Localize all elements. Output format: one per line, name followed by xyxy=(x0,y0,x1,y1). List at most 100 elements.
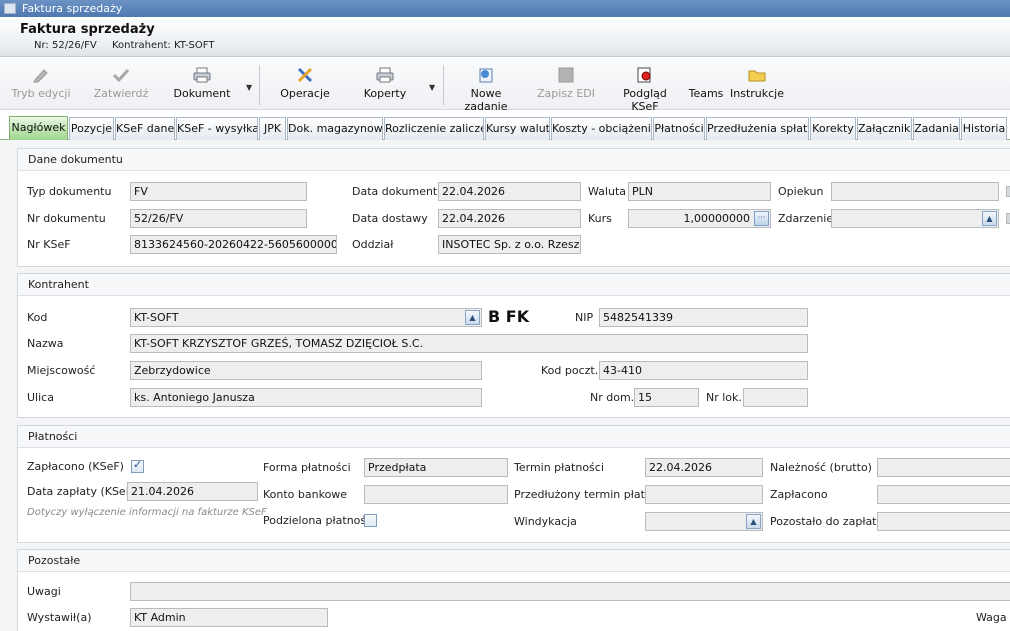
guardian-label: Opiekun xyxy=(778,185,824,198)
currency-field[interactable]: PLN xyxy=(628,182,771,201)
toolbar-separator xyxy=(259,65,260,105)
paid-ksef-label: Zapłacono (KSeF) xyxy=(27,460,124,473)
teams-label: Teams xyxy=(688,87,724,100)
bank-account-field[interactable] xyxy=(364,485,508,504)
paid-ksef-checkbox[interactable] xyxy=(131,458,144,473)
tab-korekty[interactable]: Korekty xyxy=(810,117,856,140)
guardian-side-button[interactable] xyxy=(1006,186,1010,197)
delivery-date-field[interactable]: 22.04.2026 xyxy=(438,209,581,228)
name-label: Nazwa xyxy=(27,337,64,350)
due-date-field[interactable]: 22.04.2026 xyxy=(645,458,763,477)
event-label: Zdarzenie xyxy=(778,212,834,225)
event-side-button[interactable] xyxy=(1006,213,1010,224)
collection-label: Windykacja xyxy=(514,515,577,528)
branch-field[interactable]: INSOTEC Sp. z o.o. Rzeszów xyxy=(438,235,581,254)
document-dropdown-arrow-icon[interactable]: ▼ xyxy=(246,83,252,92)
form-content: Dane dokumentu Typ dokumentu FV Nr dokum… xyxy=(0,140,1010,631)
tab-pozycje[interactable]: Pozycje xyxy=(69,117,114,140)
event-combo[interactable]: ▲ xyxy=(831,209,999,228)
chevron-up-icon[interactable]: ▲ xyxy=(465,310,480,325)
document-type-field[interactable]: FV xyxy=(130,182,307,201)
street-field[interactable]: ks. Antoniego Janusza xyxy=(130,388,482,407)
other-section: Pozostałe Uwagi Wystawił(a) KT Admin Wag… xyxy=(17,549,1010,631)
contractor-code-combo[interactable]: KT-SOFT ▲ xyxy=(130,308,482,327)
ellipsis-icon[interactable]: ··· xyxy=(754,211,769,226)
house-number-field[interactable]: 15 xyxy=(634,388,699,407)
printer-icon xyxy=(376,67,394,83)
tab-dok-magazynowe[interactable]: Dok. magazynowe xyxy=(287,117,383,140)
tab-zadania[interactable]: Zadania xyxy=(913,117,960,140)
edit-mode-button[interactable]: Tryb edycji xyxy=(8,65,74,105)
page-title: Faktura sprzedaży xyxy=(20,22,155,37)
contractor-flags: B FK xyxy=(488,307,530,326)
city-field[interactable]: Zebrzydowice xyxy=(130,361,482,380)
tab-kursy-walut[interactable]: Kursy walut xyxy=(485,117,550,140)
collection-combo[interactable]: ▲ xyxy=(645,512,763,531)
tab-historia[interactable]: Historia xyxy=(961,117,1007,140)
ksef-number-field[interactable]: 8133624560-20260422-560560000000-AE xyxy=(130,235,337,254)
document-number-field[interactable]: 52/26/FV xyxy=(130,209,307,228)
save-edi-button[interactable]: Zapisz EDI xyxy=(536,65,596,105)
new-task-icon xyxy=(479,68,493,83)
printer-icon xyxy=(193,67,211,83)
toolbar-separator xyxy=(443,65,444,105)
delivery-date-label: Data dostawy xyxy=(352,212,428,225)
nip-field[interactable]: 5482541339 xyxy=(599,308,808,327)
paid-field[interactable] xyxy=(877,485,1010,504)
document-button[interactable]: Dokument xyxy=(172,65,232,105)
receivable-label: Należność (brutto) xyxy=(770,461,872,474)
tab-przedluzenia-splaty[interactable]: Przedłużenia spłaty xyxy=(706,117,809,140)
contractor-code-value: KT-SOFT xyxy=(134,311,179,324)
document-type-label: Typ dokumentu xyxy=(27,185,112,198)
payments-section: Płatności Zapłacono (KSeF) Data zapłaty … xyxy=(17,425,1010,543)
exchange-rate-field[interactable]: 1,00000000 ··· xyxy=(628,209,771,228)
tab-jpk[interactable]: JPK xyxy=(259,117,286,140)
chevron-up-icon[interactable]: ▲ xyxy=(746,514,761,529)
envelopes-button[interactable]: Koperty xyxy=(358,65,412,105)
document-contractor: Kontrahent: KT-SOFT xyxy=(112,40,215,51)
chevron-up-icon[interactable]: ▲ xyxy=(982,211,997,226)
apartment-number-label: Nr lok. xyxy=(706,391,742,404)
operations-button[interactable]: Operacje xyxy=(276,65,334,105)
document-date-field[interactable]: 22.04.2026 xyxy=(438,182,581,201)
postal-code-field[interactable]: 43-410 xyxy=(599,361,808,380)
issued-by-field[interactable]: KT Admin xyxy=(130,608,328,627)
tab-platnosci[interactable]: Płatności xyxy=(653,117,705,140)
contractor-section: Kontrahent Kod KT-SOFT ▲ B FK NIP 548254… xyxy=(17,273,1010,418)
approve-button[interactable]: Zatwierdź xyxy=(92,65,150,105)
tab-ksef-wysylka[interactable]: KSeF - wysyłka xyxy=(176,117,258,140)
teams-icon xyxy=(688,65,724,87)
extended-due-date-field[interactable] xyxy=(645,485,763,504)
guardian-field[interactable] xyxy=(831,182,999,201)
tab-ksef-dane[interactable]: KSeF dane xyxy=(115,117,175,140)
apartment-number-field[interactable] xyxy=(743,388,808,407)
split-payment-label: Podzielona płatność xyxy=(263,514,373,527)
payment-form-field[interactable]: Przedpłata xyxy=(364,458,508,477)
tab-koszty-obciazenie[interactable]: Koszty - obciążenie xyxy=(551,117,652,140)
street-label: Ulica xyxy=(27,391,54,404)
teams-button[interactable]: Teams xyxy=(688,65,724,105)
notes-label: Uwagi xyxy=(27,585,61,598)
new-task-button[interactable]: Nowe zadanie xyxy=(450,65,522,113)
payment-date-field[interactable]: 21.04.2026 xyxy=(127,482,258,501)
tab-zalaczniki[interactable]: Załączniki xyxy=(857,117,912,140)
instructions-button[interactable]: Instrukcje xyxy=(730,65,784,105)
notes-field[interactable] xyxy=(130,582,1010,601)
pencil-icon xyxy=(33,69,48,83)
ksef-preview-label: Podgląd KSeF xyxy=(623,87,667,113)
tab-rozliczenie-zaliczek[interactable]: Rozliczenie zaliczek xyxy=(384,117,484,140)
contractor-name-field[interactable]: KT-SOFT KRZYSZTOF GRZEŚ, TOMASZ DZIĘCIOŁ… xyxy=(130,334,808,353)
document-data-section: Dane dokumentu Typ dokumentu FV Nr dokum… xyxy=(17,148,1010,267)
document-header: Faktura sprzedaży Nr: 52/26/FV Kontrahen… xyxy=(0,17,1010,57)
postal-code-label: Kod poczt. xyxy=(541,364,599,377)
disk-icon xyxy=(558,67,574,83)
tab-naglowek[interactable]: Nagłówek xyxy=(9,116,68,141)
remaining-field[interactable] xyxy=(877,512,1010,531)
envelopes-dropdown-arrow-icon[interactable]: ▼ xyxy=(429,83,435,92)
new-task-label: Nowe zadanie xyxy=(464,87,508,113)
code-label: Kod xyxy=(27,311,48,324)
extended-due-date-label: Przedłużony termin płatn. xyxy=(514,488,656,501)
receivable-field[interactable] xyxy=(877,458,1010,477)
ksef-preview-button[interactable]: Podgląd KSeF xyxy=(610,65,680,113)
split-payment-checkbox[interactable] xyxy=(364,514,377,527)
